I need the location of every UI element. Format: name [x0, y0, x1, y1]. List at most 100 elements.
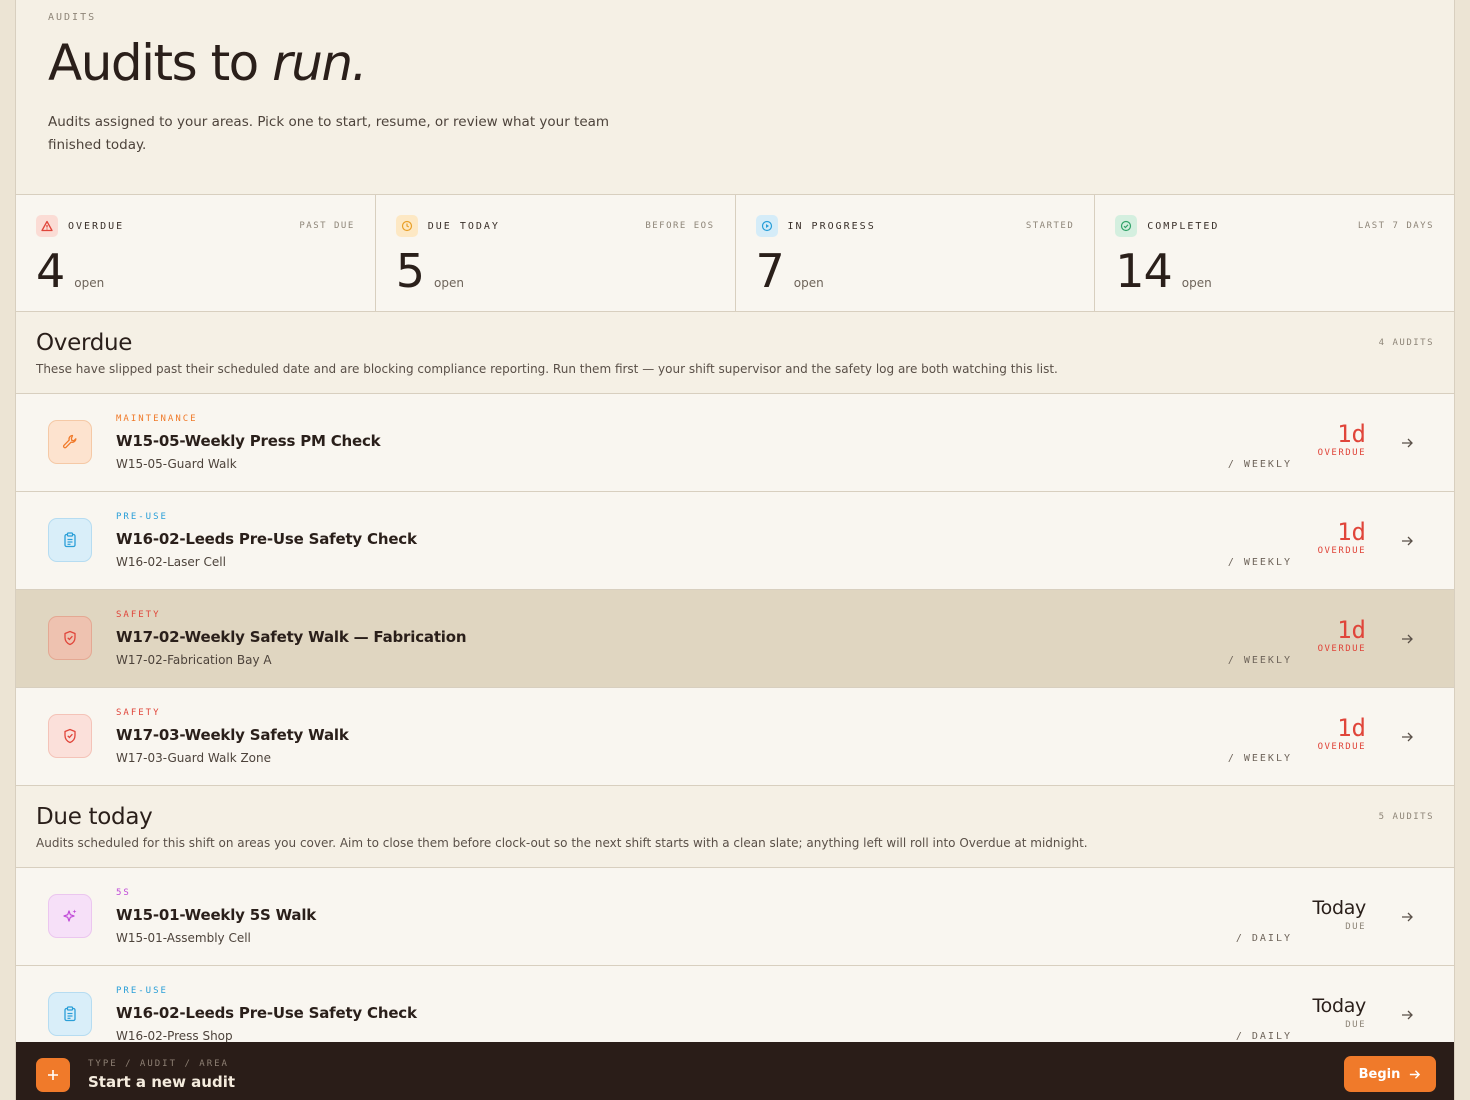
audit-category: MAINTENANCE [116, 414, 198, 424]
stat-unit: open [434, 276, 464, 290]
stat-value: 4 [36, 244, 65, 298]
due-label: OVERDUE [1317, 644, 1366, 654]
audit-due: Today DUE [1312, 894, 1367, 932]
audit-area: W15-05-Guard Walk [116, 457, 237, 471]
section-title: Due today [36, 804, 153, 830]
arrow-right-icon[interactable] [1400, 910, 1414, 924]
arrow-right-icon [1410, 1069, 1421, 1079]
audit-frequency: / DAILY [1235, 933, 1292, 944]
stat-value: 14 [1115, 244, 1173, 298]
stat-unit: open [1181, 276, 1212, 290]
wrench-icon [48, 420, 92, 464]
section-description: These have slipped past their scheduled … [36, 362, 1058, 376]
footer-eyebrow: TYPE / AUDIT / AREA [88, 1059, 229, 1069]
due-value: 1d [1337, 420, 1366, 448]
stat-meta: LAST 7 DAYS [1357, 221, 1434, 231]
audit-frequency: / WEEKLY [1227, 655, 1292, 666]
audit-row[interactable]: SAFETY W17-02-Weekly Safety Walk — Fabri… [16, 590, 1454, 688]
check-circle-icon [1115, 215, 1138, 237]
audit-due: 1d OVERDUE [1318, 420, 1366, 458]
shield-check-icon [48, 714, 92, 758]
stat-unit: open [74, 276, 105, 290]
audit-frequency: / WEEKLY [1227, 557, 1292, 568]
begin-label: Begin [1358, 1066, 1401, 1082]
audit-category: 5S [116, 888, 131, 898]
title-emphasis: run. [272, 34, 367, 92]
audit-title: W15-05-Weekly Press PM Check [116, 432, 381, 450]
stat-overdue[interactable]: OVERDUE PAST DUE 4 open [16, 195, 376, 311]
shield-check-icon [48, 616, 92, 660]
arrow-right-icon[interactable] [1400, 534, 1414, 548]
stat-in-progress[interactable]: IN PROGRESS STARTED 7 open [736, 195, 1096, 311]
audit-due: 1d OVERDUE [1318, 714, 1366, 752]
footer-title[interactable]: Start a new audit [88, 1073, 235, 1091]
arrow-right-icon[interactable] [1400, 436, 1414, 450]
due-today-section-header: Due today Audits scheduled for this shif… [16, 786, 1454, 868]
due-value: 1d [1337, 616, 1366, 644]
audit-due: 1d OVERDUE [1318, 616, 1366, 654]
arrow-right-icon[interactable] [1400, 632, 1414, 646]
page-title: Audits to run. [48, 33, 1422, 93]
arrow-right-icon[interactable] [1400, 1008, 1414, 1022]
stat-value: 5 [395, 244, 425, 298]
audit-due: 1d OVERDUE [1318, 518, 1366, 556]
due-value: Today [1312, 897, 1367, 919]
stat-label: DUE TODAY [427, 220, 500, 232]
stat-due-today[interactable]: DUE TODAY BEFORE EOS 5 open [376, 195, 736, 311]
warning-triangle-icon [36, 215, 58, 237]
page-header: AUDITS Audits to run. Audits assigned to… [16, 0, 1454, 195]
arrow-right-icon[interactable] [1400, 730, 1414, 744]
app-frame: AUDITS Audits to run. Audits assigned to… [15, 0, 1455, 1100]
due-value: 1d [1337, 714, 1366, 742]
audit-area: W16-02-Press Shop [116, 1029, 233, 1043]
audit-category: PRE-USE [116, 986, 168, 996]
audit-category: SAFETY [116, 610, 161, 620]
audit-frequency: / WEEKLY [1227, 459, 1292, 470]
stat-value: 7 [755, 244, 785, 298]
audit-area: W17-02-Fabrication Bay A [116, 653, 272, 667]
section-count: 4 AUDITS [1378, 338, 1434, 348]
stat-meta: STARTED [1025, 221, 1075, 231]
audit-area: W15-01-Assembly Cell [116, 931, 251, 945]
section-title: Overdue [36, 330, 133, 356]
begin-button[interactable]: Begin [1344, 1056, 1436, 1092]
stat-label: IN PROGRESS [787, 220, 876, 232]
due-label: DUE [1345, 1020, 1366, 1030]
audit-category: SAFETY [116, 708, 161, 718]
page-eyebrow: AUDITS [48, 12, 97, 23]
audit-due: Today DUE [1312, 992, 1367, 1030]
stat-meta: BEFORE EOS [645, 221, 715, 231]
due-value: Today [1312, 995, 1367, 1017]
audit-area: W16-02-Laser Cell [116, 555, 226, 569]
stats-bar: OVERDUE PAST DUE 4 open DUE TODAY BEFORE… [16, 195, 1454, 312]
audit-row[interactable]: 5S W15-01-Weekly 5S Walk W15-01-Assembly… [16, 868, 1454, 966]
audit-area: W17-03-Guard Walk Zone [116, 751, 272, 765]
due-label: OVERDUE [1317, 448, 1366, 458]
page-description: Audits assigned to your areas. Pick one … [48, 114, 610, 153]
overdue-section-header: Overdue These have slipped past their sc… [16, 312, 1454, 394]
stat-completed[interactable]: COMPLETED LAST 7 DAYS 14 open [1095, 195, 1454, 311]
stat-label: COMPLETED [1147, 220, 1220, 232]
sparkle-icon [48, 894, 92, 938]
stat-label: OVERDUE [68, 220, 125, 232]
play-circle-icon [755, 215, 778, 237]
audit-title: W15-01-Weekly 5S Walk [116, 906, 317, 924]
audit-title: W17-02-Weekly Safety Walk — Fabrication [116, 628, 467, 646]
audit-frequency: / WEEKLY [1227, 753, 1292, 764]
title-main: Audits to [48, 34, 273, 92]
clipboard-icon [48, 992, 92, 1036]
plus-icon[interactable] [36, 1058, 70, 1092]
due-label: DUE [1345, 922, 1366, 932]
audit-row[interactable]: MAINTENANCE W15-05-Weekly Press PM Check… [16, 394, 1454, 492]
due-label: OVERDUE [1317, 742, 1366, 752]
clock-icon [395, 215, 418, 237]
start-audit-bar: TYPE / AUDIT / AREA Start a new audit Be… [16, 1042, 1454, 1100]
audit-title: W16-02-Leeds Pre-Use Safety Check [116, 1004, 417, 1022]
audit-title: W17-03-Weekly Safety Walk [116, 726, 349, 744]
due-label: OVERDUE [1317, 546, 1366, 556]
audit-row[interactable]: PRE-USE W16-02-Leeds Pre-Use Safety Chec… [16, 492, 1454, 590]
audit-row[interactable]: SAFETY W17-03-Weekly Safety Walk W17-03-… [16, 688, 1454, 786]
section-description: Audits scheduled for this shift on areas… [36, 836, 1088, 850]
clipboard-icon [48, 518, 92, 562]
stat-meta: PAST DUE [299, 221, 355, 231]
